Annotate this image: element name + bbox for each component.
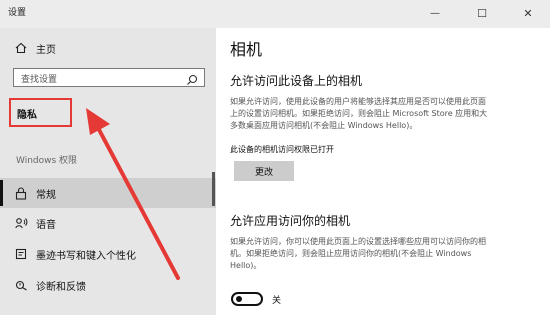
sidebar-item-speech[interactable]: 语音 [0, 208, 216, 238]
search-placeholder: 查找设置 [21, 75, 58, 85]
change-button[interactable]: 更改 [234, 161, 294, 181]
device-access-description: 如果允许访问，使用此设备的用户将能够选择其应用是否可以使用此页面 上的设置访问相… [230, 97, 488, 130]
sidebar-item-label: 诊断和反馈 [36, 281, 86, 293]
sidebar-item-general[interactable]: 常规 [0, 178, 216, 208]
title-bar: 设置 — ☐ ✕ [0, 0, 550, 28]
section-heading-app-access: 允许应用访问你的相机 [230, 214, 351, 228]
main-content: 相机 允许访问此设备上的相机 如果允许访问，使用此设备的用户将能够选择其应用是否… [216, 28, 550, 315]
settings-window: 设置 — ☐ ✕ 主页 查找设置 隐私 Windows 权限 常规 语音 墨迹书… [0, 0, 550, 315]
sidebar-item-home[interactable]: 主页 [0, 33, 216, 63]
section-heading-device-access: 允许访问此设备上的相机 [230, 74, 363, 88]
minimize-button[interactable]: — [419, 2, 451, 24]
change-button-label: 更改 [254, 167, 273, 178]
sidebar-item-label: 墨迹书写和键入个性化 [36, 250, 136, 262]
home-icon [14, 41, 28, 55]
lock-icon [14, 186, 28, 200]
minimize-icon: — [430, 7, 440, 19]
sidebar-item-label: 常规 [36, 189, 56, 201]
search-input[interactable]: 查找设置 [13, 68, 205, 87]
inking-icon [14, 247, 28, 261]
app-camera-toggle[interactable] [231, 292, 263, 306]
diagnostics-icon [14, 278, 28, 292]
maximize-button[interactable]: ☐ [466, 2, 498, 24]
windows-permissions-title: Windows 权限 [16, 156, 78, 166]
app-access-description: 如果允许访问，你可以使用此页面上的设置选择哪些应用可以访问你的相 机。如果拒绝访… [230, 237, 486, 270]
sidebar-item-inking-typing[interactable]: 墨迹书写和键入个性化 [0, 239, 216, 269]
sidebar-item-diagnostics[interactable]: 诊断和反馈 [0, 270, 216, 300]
sidebar-item-label: 语音 [36, 219, 56, 231]
window-title: 设置 [8, 8, 27, 18]
toggle-state-label: 关 [272, 296, 282, 306]
close-icon: ✕ [523, 6, 533, 20]
device-access-status: 此设备的相机访问权限已打开 [230, 145, 334, 154]
close-button[interactable]: ✕ [512, 2, 544, 24]
sidebar: 主页 查找设置 隐私 Windows 权限 常规 语音 墨迹书写和键入个性化 诊… [0, 28, 216, 315]
search-icon [186, 71, 198, 85]
page-title: 相机 [230, 40, 263, 59]
sidebar-item-label: 主页 [36, 44, 56, 56]
sidebar-item-privacy[interactable]: 隐私 [9, 98, 72, 127]
maximize-icon: ☐ [477, 6, 487, 20]
voice-icon [14, 216, 28, 230]
privacy-heading: 隐私 [17, 110, 37, 121]
toggle-knob [236, 296, 242, 302]
